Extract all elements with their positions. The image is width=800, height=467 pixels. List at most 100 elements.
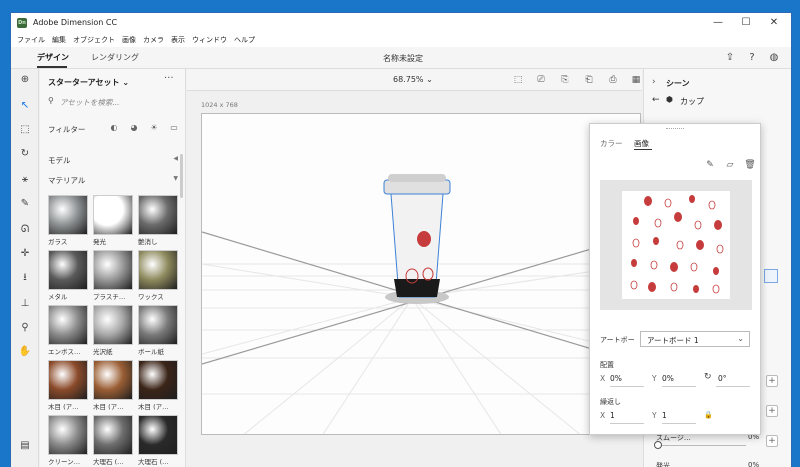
chevron-right-icon[interactable]: › — [652, 77, 656, 87]
app-logo-icon: Dn — [17, 18, 27, 28]
edit-icon[interactable]: ✎ — [704, 159, 716, 171]
material-tile[interactable]: 艶消し — [138, 195, 178, 247]
starter-assets-panel: スターターアセット ⌄ ··· ⚲ アセットを検索... フィルター ◐ ◕ ☀… — [40, 69, 186, 467]
menu-image[interactable]: 画像 — [122, 35, 136, 45]
artboard-select[interactable]: アートボード 1 ⌄ — [640, 331, 750, 347]
field-underline — [716, 386, 750, 387]
select-tool-icon[interactable]: ↖ — [18, 99, 32, 113]
filter-images-icon[interactable]: ▭ — [168, 122, 180, 134]
tab-color[interactable]: カラー — [600, 138, 623, 149]
material-tile[interactable]: ガラス — [48, 195, 88, 247]
asset-search[interactable]: ⚲ アセットを検索... — [48, 96, 176, 110]
section-materials[interactable]: マテリアル ▼ — [48, 175, 178, 187]
filter-models-icon[interactable]: ◐ — [108, 122, 120, 134]
camera-pan-icon[interactable]: ⎘ — [559, 74, 571, 86]
camera-bookmark-icon[interactable]: ⎙ — [607, 74, 619, 86]
folder-icon[interactable]: ▱ — [724, 159, 736, 171]
add-property-button[interactable]: + — [766, 405, 778, 417]
drop-tool-icon[interactable]: ⭳ — [18, 271, 32, 285]
asset-library-icon[interactable]: ▤ — [18, 439, 32, 453]
assets-panel-title[interactable]: スターターアセット ⌄ — [48, 77, 129, 88]
material-tile[interactable]: メタル — [48, 250, 88, 302]
section-materials-label: マテリアル — [48, 176, 86, 185]
magic-wand-icon[interactable]: ⚹ — [18, 173, 32, 187]
tab-image[interactable]: 画像 — [634, 138, 649, 149]
lasso-icon[interactable]: ᘏ — [18, 223, 32, 237]
minimize-button[interactable]: — — [711, 16, 725, 30]
material-tile[interactable]: エンボス… — [48, 305, 88, 357]
offset-y-label: Y — [652, 374, 657, 383]
smoothness-slider[interactable] — [656, 445, 746, 446]
field-underline — [610, 423, 644, 424]
search-input[interactable]: アセットを検索... — [60, 97, 120, 108]
select-area-icon[interactable]: ⬚ — [18, 123, 32, 137]
add-property-button[interactable]: + — [766, 435, 778, 447]
offset-y-field[interactable]: 0% — [662, 374, 674, 383]
render-preview-icon[interactable]: ▦ — [630, 74, 642, 86]
tab-design[interactable]: デザイン — [37, 52, 69, 63]
material-label: 木目 (ア… — [48, 403, 79, 411]
drag-handle[interactable] — [666, 128, 684, 130]
share-icon[interactable]: ⇪ — [723, 51, 737, 65]
menu-window[interactable]: ウィンドウ — [192, 35, 227, 45]
lock-icon[interactable]: 🔒 — [704, 411, 713, 419]
trash-icon[interactable]: 🗑 — [744, 159, 756, 171]
hand-tool-icon[interactable]: ✋ — [18, 345, 32, 359]
material-tile[interactable]: 大理石 (… — [138, 415, 178, 467]
move-tool-icon[interactable]: ✛ — [18, 247, 32, 261]
maximize-button[interactable]: ☐ — [739, 16, 753, 30]
material-tile[interactable]: プラスチ… — [93, 250, 133, 302]
ground-tool-icon[interactable]: ⊥ — [18, 297, 32, 311]
material-tile[interactable]: 木目 (ア… — [138, 360, 178, 412]
menu-edit[interactable]: 編集 — [52, 35, 66, 45]
filter-lights-icon[interactable]: ☀ — [148, 122, 160, 134]
menu-help[interactable]: ヘルプ — [234, 35, 255, 45]
assets-scrollbar[interactable] — [180, 154, 183, 198]
cup-model[interactable] — [383, 174, 451, 298]
section-models[interactable]: モデル ◀ — [48, 155, 178, 167]
pattern-svg — [630, 195, 724, 294]
material-label: 木目 (ア… — [93, 403, 124, 411]
rotation-field[interactable]: 0° — [718, 374, 727, 383]
menu-file[interactable]: ファイル — [17, 35, 45, 45]
camera-dolly-icon[interactable]: ⎗ — [583, 74, 595, 86]
zoom-level[interactable]: 68.75% ⌄ — [393, 75, 433, 84]
material-tile[interactable]: 木目 (ア… — [48, 360, 88, 412]
zoom-tool-icon[interactable]: ⚲ — [18, 321, 32, 335]
material-tile[interactable]: 発光 — [93, 195, 133, 247]
menu-view[interactable]: 表示 — [171, 35, 185, 45]
chevron-down-icon: ⌄ — [426, 75, 433, 84]
active-tab-indicator — [37, 66, 67, 68]
menu-camera[interactable]: カメラ — [143, 35, 164, 45]
fit-view-icon[interactable]: ⬚ — [512, 74, 524, 86]
material-tile[interactable]: ワックス — [138, 250, 178, 302]
material-tile[interactable]: クリーン… — [48, 415, 88, 467]
material-tile[interactable]: 光沢紙 — [93, 305, 133, 357]
more-options-icon[interactable]: ··· — [164, 73, 174, 84]
repeat-y-field[interactable]: 1 — [662, 411, 667, 420]
material-swatch — [93, 250, 133, 290]
material-tile[interactable]: ボール紙 — [138, 305, 178, 357]
repeat-x-field[interactable]: 1 — [610, 411, 615, 420]
3d-canvas[interactable] — [201, 113, 641, 435]
material-tile[interactable]: 大理石 (… — [93, 415, 133, 467]
strawberry-pattern — [622, 191, 730, 299]
tab-render[interactable]: レンダリング — [91, 52, 139, 63]
texture-slot-icon[interactable] — [764, 269, 778, 283]
menu-object[interactable]: オブジェクト — [73, 35, 115, 45]
add-content-icon[interactable]: ⊕ — [18, 73, 32, 87]
chevron-down-icon: ⌄ — [122, 78, 130, 87]
eyedropper-icon[interactable]: ✎ — [18, 197, 32, 211]
help-icon[interactable]: ? — [745, 51, 759, 65]
add-property-button[interactable]: + — [766, 375, 778, 387]
camera-orbit-icon[interactable]: ⎚ — [535, 74, 547, 86]
back-arrow-icon[interactable]: ← — [652, 95, 660, 105]
close-button[interactable]: ✕ — [767, 16, 781, 30]
account-icon[interactable]: ◍ — [767, 51, 781, 65]
filter-materials-icon[interactable]: ◕ — [128, 122, 140, 134]
material-tile[interactable]: 木目 (ア… — [93, 360, 133, 412]
repeat-y-label: Y — [652, 411, 657, 420]
orbit-tool-icon[interactable]: ↻ — [18, 147, 32, 161]
slider-thumb[interactable] — [654, 441, 662, 449]
offset-x-field[interactable]: 0% — [610, 374, 622, 383]
